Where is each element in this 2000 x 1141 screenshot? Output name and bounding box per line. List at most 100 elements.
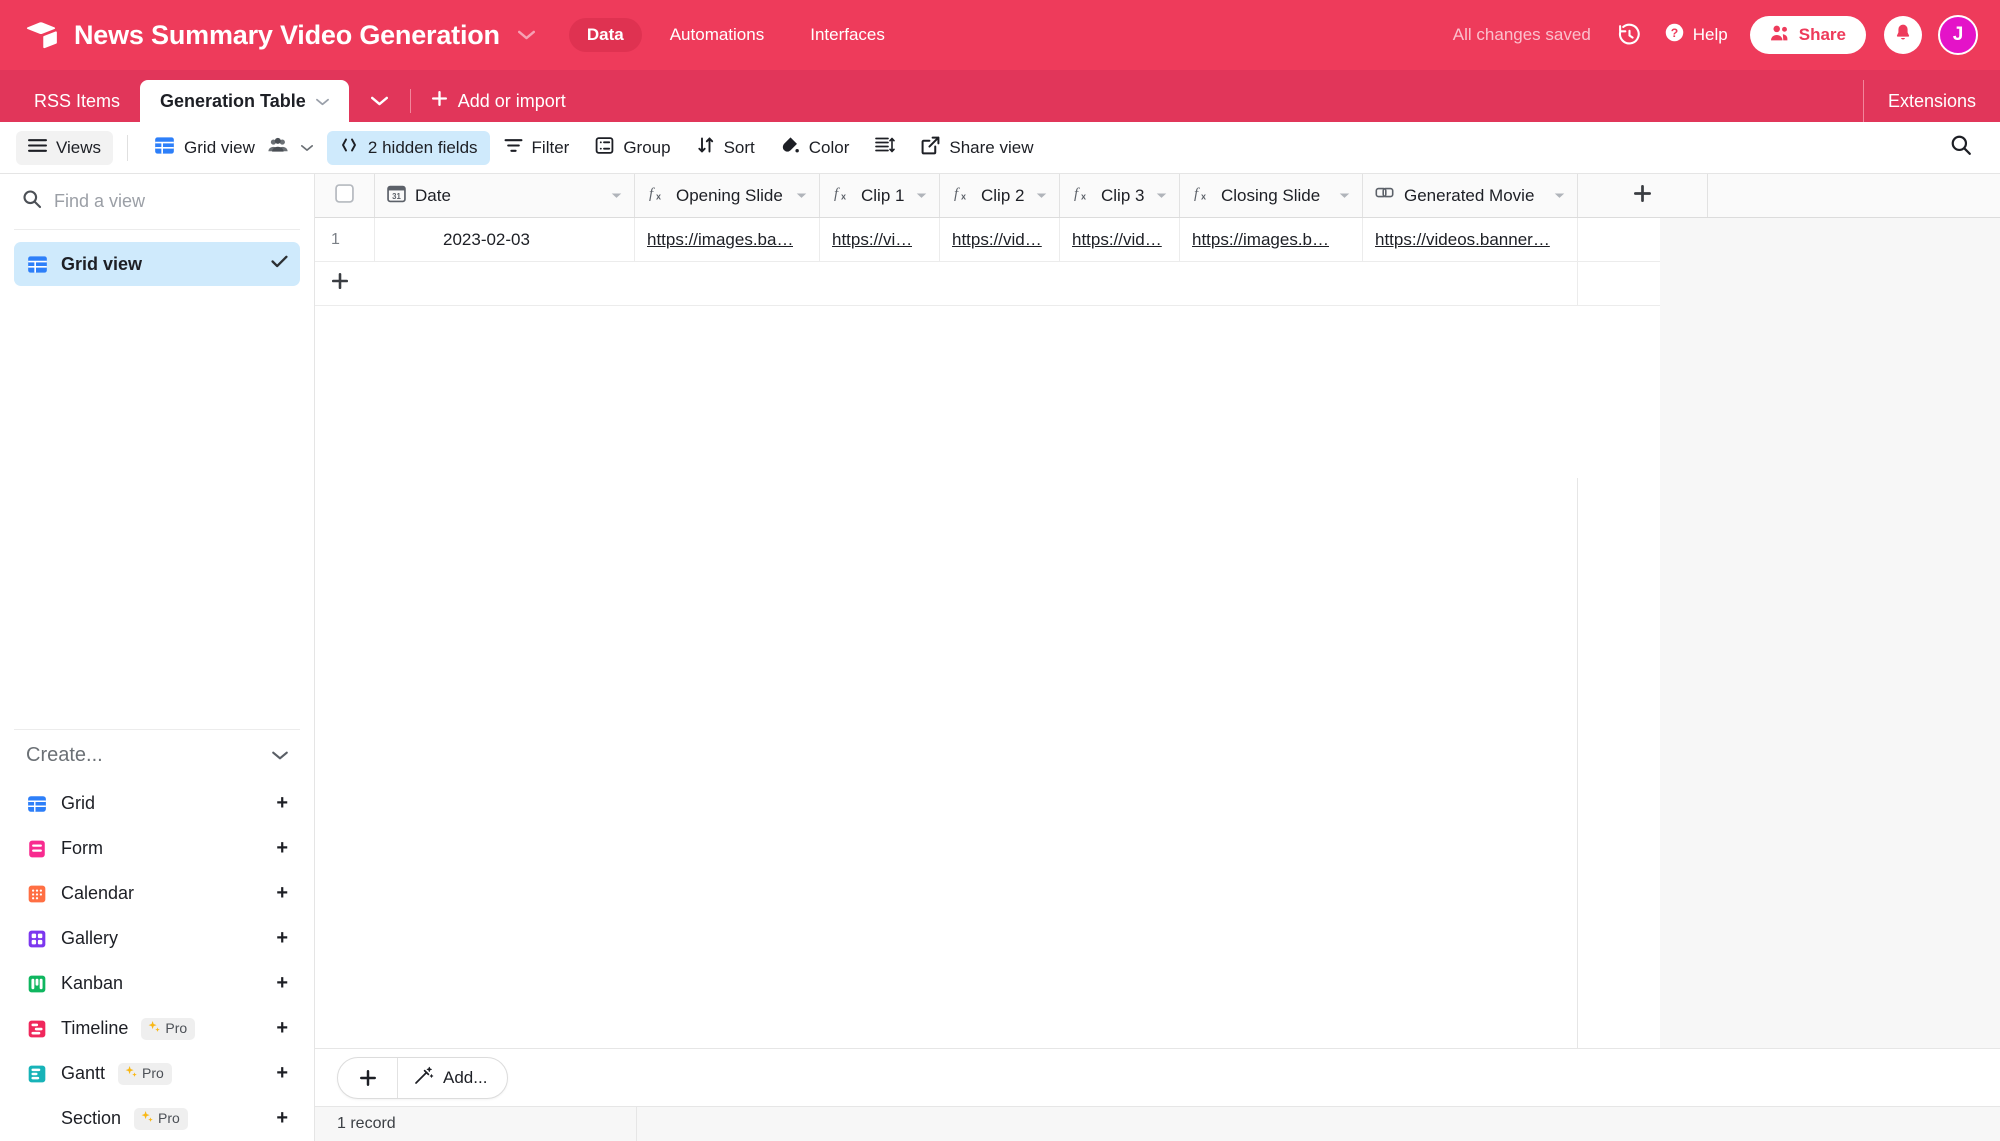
extensions-tab[interactable]: Extensions (1862, 80, 2000, 122)
row-height-button[interactable] (863, 131, 907, 165)
user-avatar[interactable]: J (1938, 15, 1978, 55)
search-icon (1950, 134, 1972, 161)
svg-text:?: ? (1671, 26, 1678, 40)
create-view-label: Form (61, 838, 103, 858)
chevron-down-icon[interactable] (1036, 190, 1047, 202)
current-view-button[interactable]: Grid view (142, 131, 325, 165)
cell-link[interactable]: https://vi… (832, 230, 912, 250)
column-header-generated-movie[interactable]: Generated Movie (1363, 174, 1578, 217)
create-view-calendar[interactable]: Calendar + (14, 871, 300, 916)
column-header-clip-2[interactable]: f x Clip 2 (940, 174, 1060, 217)
sort-button[interactable]: Sort (685, 131, 767, 165)
share-view-button[interactable]: Share view (909, 131, 1045, 165)
chevron-down-icon[interactable] (1156, 190, 1167, 202)
plus-icon[interactable]: + (276, 1062, 288, 1085)
table-tab-label: Generation Table (160, 90, 306, 111)
chevron-down-icon[interactable] (517, 30, 535, 40)
cell-link[interactable]: https://vid… (1072, 230, 1162, 250)
record-count: 1 record (315, 1107, 636, 1141)
view-list: Grid view (14, 230, 300, 286)
cell-clip-1[interactable]: https://vi… (820, 218, 940, 261)
top-header-bar: News Summary Video Generation Data Autom… (0, 0, 2000, 70)
create-view-section[interactable]: Section Pro + (14, 1096, 300, 1141)
views-sidebar-toggle[interactable]: Views (16, 130, 114, 165)
all-tables-dropdown-button[interactable] (349, 80, 410, 122)
plus-icon (1633, 183, 1652, 209)
cell-generated-movie[interactable]: https://videos.banner… (1363, 218, 1578, 261)
cell-date[interactable]: 2023-02-03 (375, 218, 635, 261)
checkbox-unchecked-icon[interactable] (335, 183, 354, 208)
column-header-closing-slide[interactable]: f x Closing Slide (1180, 174, 1363, 217)
plus-icon[interactable]: + (276, 972, 288, 995)
plus-icon[interactable]: + (276, 1107, 288, 1130)
column-header-clip-3[interactable]: f x Clip 3 (1060, 174, 1180, 217)
column-header-clip-1[interactable]: f x Clip 1 (820, 174, 940, 217)
grid-right-background (1660, 218, 2000, 1048)
create-view-kanban[interactable]: Kanban + (14, 961, 300, 1006)
create-view-grid[interactable]: Grid + (14, 781, 300, 826)
create-section-header[interactable]: Create... (14, 729, 300, 781)
hidden-fields-button[interactable]: 2 hidden fields (326, 130, 490, 165)
color-label: Color (808, 137, 850, 157)
cell-clip-3[interactable]: https://vid… (1060, 218, 1180, 261)
create-view-label: Section (61, 1108, 122, 1128)
filter-button[interactable]: Filter (492, 131, 582, 165)
people-icon (1770, 24, 1790, 47)
plus-icon[interactable] (315, 272, 365, 296)
airtable-logo-icon[interactable] (24, 18, 58, 52)
table-tab-generation-table[interactable]: Generation Table (140, 80, 349, 122)
help-button[interactable]: ? Help (1664, 22, 1728, 48)
plus-icon[interactable]: + (276, 837, 288, 860)
column-header-date[interactable]: 31 Date (375, 174, 635, 217)
select-all-cell[interactable] (315, 174, 375, 217)
create-view-form[interactable]: Form + (14, 826, 300, 871)
chevron-down-icon[interactable] (611, 190, 622, 202)
add-with-ai-button[interactable]: Add... (398, 1058, 507, 1098)
pro-badge: Pro (141, 1017, 196, 1040)
formula-field-icon: f x (832, 183, 852, 208)
find-view-input[interactable] (54, 191, 292, 212)
formula-field-icon: f x (647, 183, 667, 208)
svg-text:x: x (1201, 192, 1206, 202)
chevron-down-icon[interactable] (300, 141, 313, 155)
chevron-down-icon[interactable] (1554, 190, 1565, 202)
cell-link[interactable]: https://images.ba… (647, 230, 793, 250)
sidebar-view-grid-view[interactable]: Grid view (14, 242, 300, 286)
color-button[interactable]: Color (769, 131, 862, 165)
cell-link[interactable]: https://images.b… (1192, 230, 1329, 250)
column-header-label: Generated Movie (1404, 185, 1535, 205)
plus-icon[interactable]: + (276, 882, 288, 905)
chevron-down-icon[interactable] (796, 190, 807, 202)
chevron-down-icon[interactable] (1339, 190, 1350, 202)
plus-icon[interactable]: + (276, 792, 288, 815)
group-button[interactable]: Group (583, 131, 682, 165)
chevron-down-icon[interactable] (315, 94, 329, 109)
sidebar-view-label: Grid view (61, 253, 143, 274)
notifications-button[interactable] (1884, 16, 1922, 54)
add-field-button[interactable] (1578, 174, 1708, 217)
plus-icon[interactable]: + (276, 927, 288, 950)
nav-tab-data[interactable]: Data (568, 18, 642, 52)
add-record-button[interactable] (338, 1057, 398, 1098)
cell-link[interactable]: https://videos.banner… (1375, 230, 1550, 250)
add-or-import-button[interactable]: Add or import (415, 80, 582, 122)
create-view-gantt[interactable]: Gantt Pro + (14, 1051, 300, 1096)
nav-tab-interfaces[interactable]: Interfaces (792, 18, 903, 52)
create-view-timeline[interactable]: Timeline Pro + (14, 1006, 300, 1051)
table-tab-rss-items[interactable]: RSS Items (14, 80, 140, 122)
cell-link[interactable]: https://vid… (952, 230, 1042, 250)
history-clock-icon[interactable] (1617, 23, 1642, 48)
create-view-gallery[interactable]: Gallery + (14, 916, 300, 961)
cell-clip-2[interactable]: https://vid… (940, 218, 1060, 261)
share-button[interactable]: Share (1749, 16, 1866, 54)
chevron-down-icon[interactable] (916, 190, 927, 202)
nav-tab-automations[interactable]: Automations (652, 18, 783, 52)
search-button[interactable] (1938, 131, 1984, 165)
svg-text:x: x (656, 192, 661, 202)
column-header-opening-slide[interactable]: f x Opening Slide (635, 174, 820, 217)
cell-closing-slide[interactable]: https://images.b… (1180, 218, 1363, 261)
cell-opening-slide[interactable]: https://images.ba… (635, 218, 820, 261)
views-label: Views (56, 137, 102, 157)
plus-icon[interactable]: + (276, 1017, 288, 1040)
chevron-down-icon[interactable] (272, 747, 288, 764)
